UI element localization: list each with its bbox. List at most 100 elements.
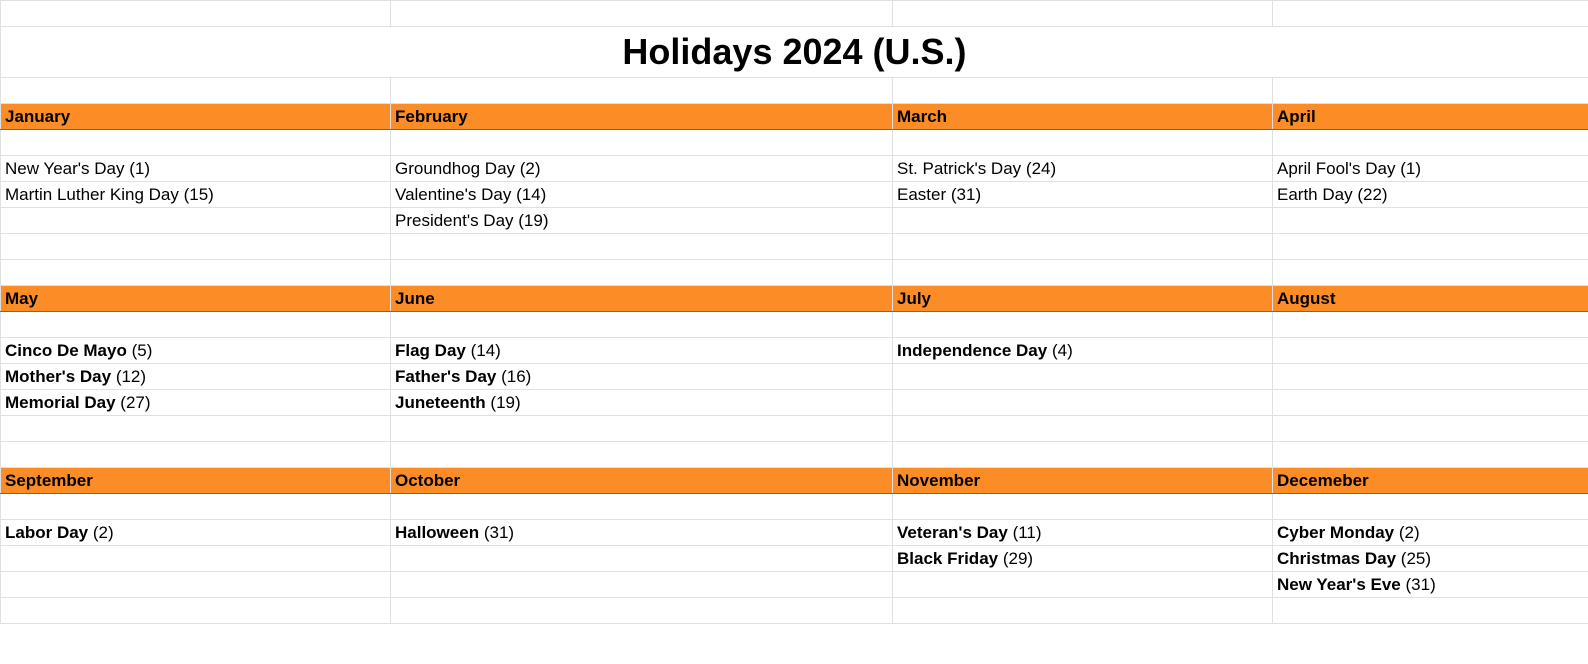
holiday-day: (22) (1357, 185, 1387, 204)
holiday-day: (1) (1400, 159, 1421, 178)
holiday-cell (893, 598, 1273, 624)
holiday-name: St. Patrick's Day (897, 159, 1021, 178)
holiday-name: Memorial Day (5, 393, 116, 412)
holiday-name: Easter (897, 185, 946, 204)
holiday-cell (1273, 208, 1588, 234)
holiday-day: (31) (1406, 575, 1436, 594)
holiday-cell (893, 416, 1273, 442)
holiday-cell (893, 260, 1273, 286)
holiday-day: (2) (520, 159, 541, 178)
month-header: May (1, 286, 391, 312)
holiday-cell: Valentine's Day (14) (391, 182, 893, 208)
holiday-cell (1, 598, 391, 624)
month-header: February (391, 104, 893, 130)
holiday-name: Flag Day (395, 341, 466, 360)
holiday-cell: Memorial Day (27) (1, 390, 391, 416)
month-header: April (1273, 104, 1588, 130)
holiday-name: April Fool's Day (1277, 159, 1396, 178)
holiday-name: Independence Day (897, 341, 1047, 360)
holiday-cell: Easter (31) (893, 182, 1273, 208)
holiday-day: (29) (1003, 549, 1033, 568)
holiday-cell: Cyber Monday (2) (1273, 520, 1588, 546)
holiday-cell (893, 234, 1273, 260)
holiday-cell: Veteran's Day (11) (893, 520, 1273, 546)
holiday-cell (1, 416, 391, 442)
holiday-day: (5) (132, 341, 153, 360)
holiday-day: (15) (184, 185, 214, 204)
holiday-cell (391, 598, 893, 624)
holiday-cell: Flag Day (14) (391, 338, 893, 364)
month-header: August (1273, 286, 1588, 312)
holiday-cell (1273, 234, 1588, 260)
holiday-cell (1, 546, 391, 572)
holiday-cell (1273, 598, 1588, 624)
holiday-day: (14) (471, 341, 501, 360)
holiday-name: Cinco De Mayo (5, 341, 127, 360)
holiday-cell: April Fool's Day (1) (1273, 156, 1588, 182)
month-header: Decemeber (1273, 468, 1588, 494)
holiday-cell: Halloween (31) (391, 520, 893, 546)
holiday-day: (31) (484, 523, 514, 542)
month-header: September (1, 468, 391, 494)
holiday-cell (391, 416, 893, 442)
holiday-name: New Year's Day (5, 159, 124, 178)
holiday-day: (24) (1026, 159, 1056, 178)
holiday-day: (2) (93, 523, 114, 542)
holiday-name: Valentine's Day (395, 185, 511, 204)
holiday-cell: Independence Day (4) (893, 338, 1273, 364)
holiday-cell (1273, 364, 1588, 390)
holiday-cell (1, 442, 391, 468)
holiday-name: Veteran's Day (897, 523, 1008, 542)
holiday-cell: President's Day (19) (391, 208, 893, 234)
holiday-cell (391, 260, 893, 286)
holiday-cell: Father's Day (16) (391, 364, 893, 390)
holiday-name: Halloween (395, 523, 479, 542)
holiday-cell: Juneteenth (19) (391, 390, 893, 416)
month-header: November (893, 468, 1273, 494)
holiday-name: Father's Day (395, 367, 496, 386)
page-title: Holidays 2024 (U.S.) (1, 27, 1588, 78)
holiday-day: (1) (129, 159, 150, 178)
holiday-cell (893, 390, 1273, 416)
holiday-cell (1, 208, 391, 234)
holiday-day: (16) (501, 367, 531, 386)
holiday-cell (391, 572, 893, 598)
holiday-cell: Mother's Day (12) (1, 364, 391, 390)
holiday-day: (4) (1052, 341, 1073, 360)
holiday-cell (893, 364, 1273, 390)
holiday-day: (14) (516, 185, 546, 204)
holiday-name: Labor Day (5, 523, 88, 542)
holiday-cell (893, 208, 1273, 234)
holiday-day: (31) (951, 185, 981, 204)
holiday-name: Groundhog Day (395, 159, 515, 178)
holiday-cell: New Year's Eve (31) (1273, 572, 1588, 598)
holiday-cell (1, 260, 391, 286)
holiday-cell (391, 234, 893, 260)
holiday-cell (1273, 260, 1588, 286)
holiday-cell (1273, 442, 1588, 468)
holiday-cell: Groundhog Day (2) (391, 156, 893, 182)
holiday-day: (19) (490, 393, 520, 412)
holiday-cell (391, 546, 893, 572)
holiday-name: Black Friday (897, 549, 998, 568)
month-header: March (893, 104, 1273, 130)
holiday-day: (25) (1401, 549, 1431, 568)
holiday-day: (11) (1013, 523, 1042, 542)
holiday-cell (1273, 338, 1588, 364)
holiday-cell: St. Patrick's Day (24) (893, 156, 1273, 182)
holiday-name: Cyber Monday (1277, 523, 1394, 542)
holiday-cell: Cinco De Mayo (5) (1, 338, 391, 364)
month-header: January (1, 104, 391, 130)
holiday-name: New Year's Eve (1277, 575, 1401, 594)
month-header: July (893, 286, 1273, 312)
holiday-cell (893, 442, 1273, 468)
holiday-name: Martin Luther King Day (5, 185, 179, 204)
holiday-cell (1, 234, 391, 260)
holiday-cell (893, 572, 1273, 598)
holiday-cell: Martin Luther King Day (15) (1, 182, 391, 208)
holiday-cell: New Year's Day (1) (1, 156, 391, 182)
month-header: June (391, 286, 893, 312)
holiday-name: President's Day (395, 211, 514, 230)
holiday-day: (19) (518, 211, 548, 230)
holiday-day: (2) (1399, 523, 1420, 542)
